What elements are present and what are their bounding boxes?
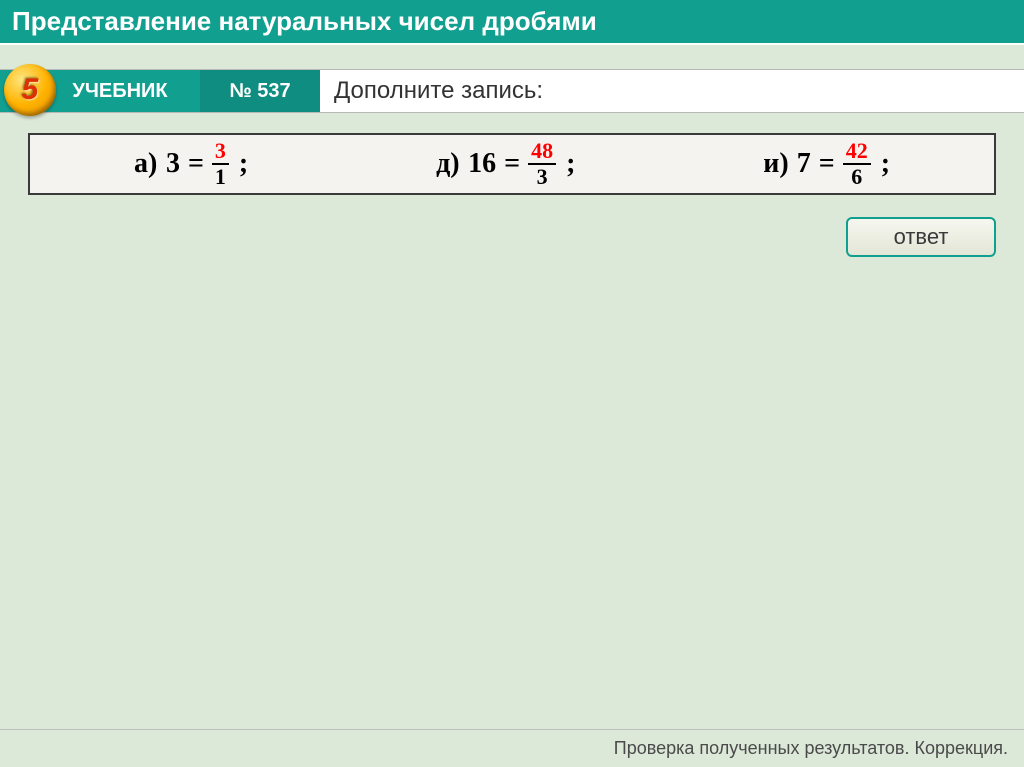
- exercise-prompt-text: Дополните запись:: [334, 77, 543, 105]
- equals-sign: =: [188, 148, 204, 180]
- equals-sign: =: [504, 148, 520, 180]
- answer-button-label: ответ: [894, 224, 949, 250]
- semicolon: ;: [239, 148, 248, 180]
- tab-uchebnik-label: УЧЕБНИК: [72, 80, 167, 103]
- equation-i: и) 7 = 42 6 ;: [763, 140, 890, 188]
- equation-i-denominator: 6: [848, 165, 865, 188]
- header-row: 5 УЧЕБНИК № 537 Дополните запись:: [0, 69, 1024, 113]
- tab-exercise-number-label: № 537: [229, 80, 290, 103]
- equals-sign: =: [819, 148, 835, 180]
- equation-a-numerator: 3: [212, 140, 229, 163]
- equation-d-numerator: 48: [528, 140, 556, 163]
- equation-i-fraction: 42 6: [843, 140, 871, 188]
- semicolon: ;: [566, 148, 575, 180]
- equation-d-label: д): [436, 148, 460, 180]
- equation-a-denominator: 1: [212, 165, 229, 188]
- equation-a: а) 3 = 3 1 ;: [134, 140, 248, 188]
- equation-a-whole: 3: [166, 148, 180, 180]
- equation-d: д) 16 = 48 3 ;: [436, 140, 575, 188]
- equation-i-whole: 7: [797, 148, 811, 180]
- answer-button[interactable]: ответ: [846, 217, 996, 257]
- footer-text: Проверка полученных результатов. Коррекц…: [0, 729, 1024, 767]
- equation-a-fraction: 3 1: [212, 140, 229, 188]
- equation-i-label: и): [763, 148, 788, 180]
- equation-i-numerator: 42: [843, 140, 871, 163]
- tab-exercise-number: № 537: [200, 70, 320, 112]
- exercise-prompt: Дополните запись:: [320, 70, 1024, 112]
- equation-a-label: а): [134, 148, 158, 180]
- equation-d-denominator: 3: [534, 165, 551, 188]
- equation-d-fraction: 48 3: [528, 140, 556, 188]
- equations-strip: а) 3 = 3 1 ; д) 16 = 48 3 ; и) 7 = 42 6 …: [28, 133, 996, 195]
- page-title: Представление натуральных чисел дробями: [0, 0, 1024, 45]
- semicolon: ;: [881, 148, 890, 180]
- answer-button-wrap: ответ: [0, 195, 1024, 257]
- grade-badge-number: 5: [22, 73, 39, 107]
- grade-badge: 5: [4, 64, 56, 116]
- equation-d-whole: 16: [468, 148, 496, 180]
